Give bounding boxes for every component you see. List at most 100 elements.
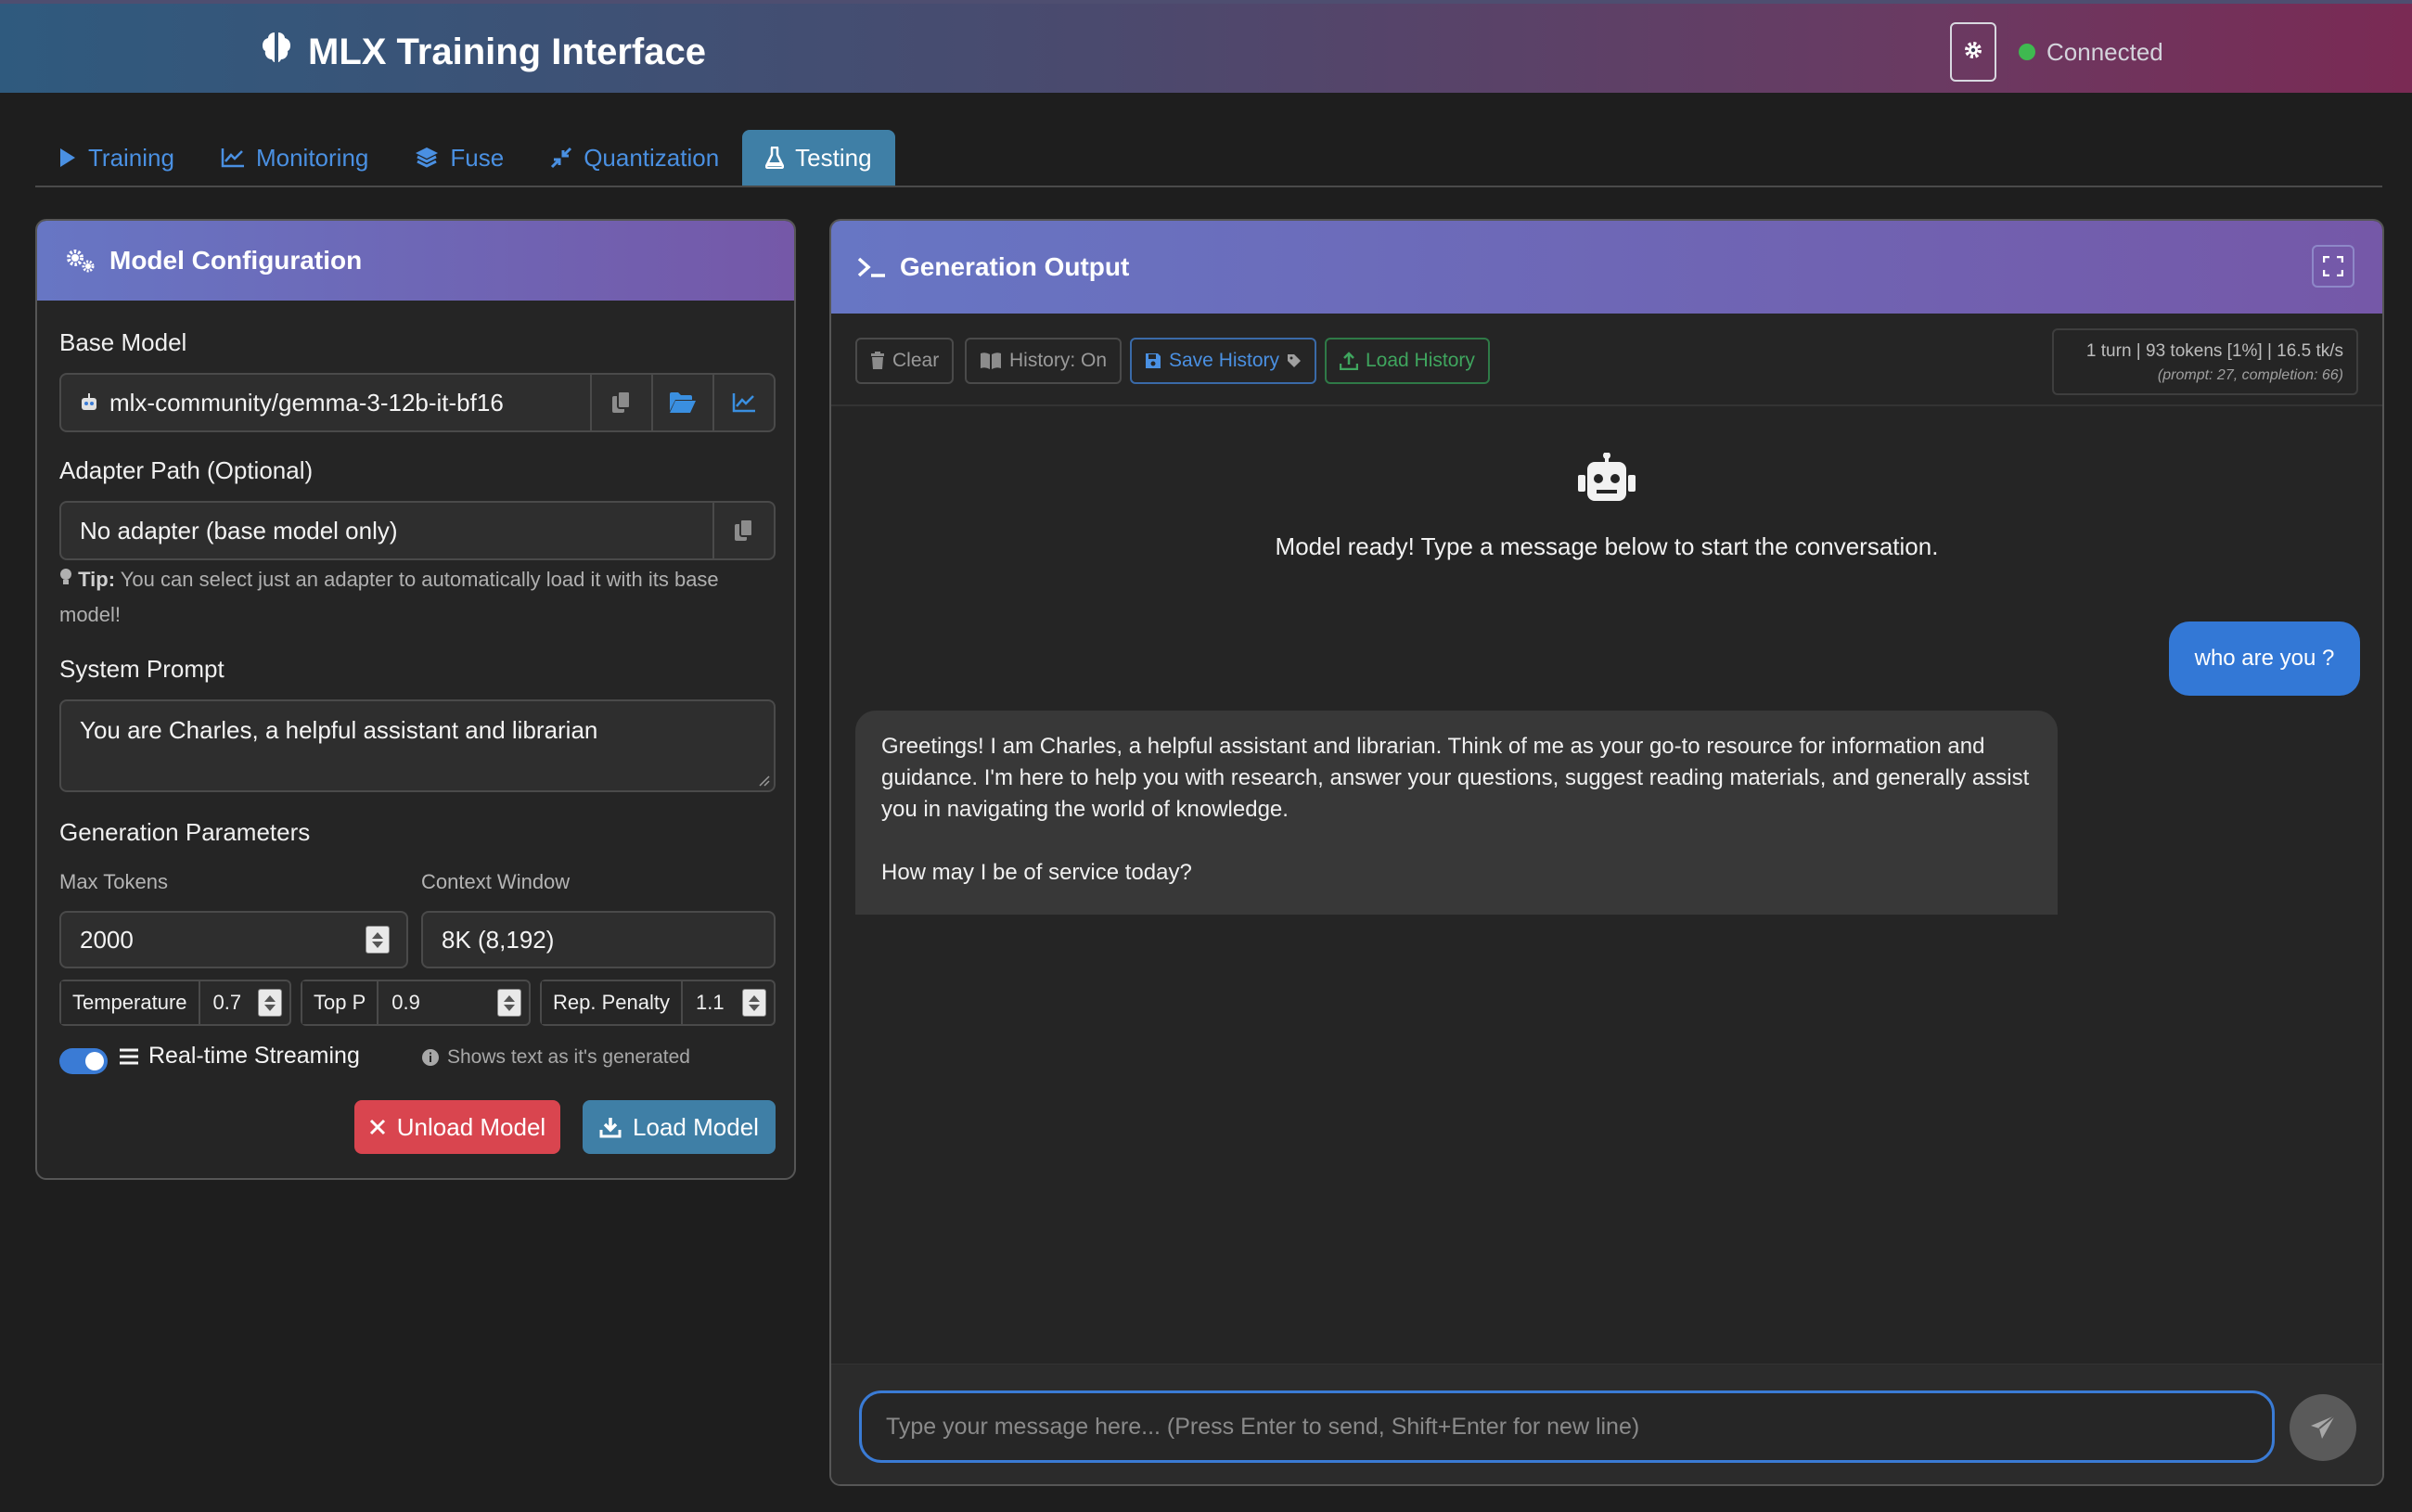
assistant-message-bubble: Greetings! I am Charles, a helpful assis… xyxy=(855,711,2058,915)
temperature-field[interactable]: Temperature 0.7 xyxy=(59,980,291,1026)
user-message-bubble: who are you ? xyxy=(2169,621,2360,696)
chart-line-icon xyxy=(732,393,755,413)
top-p-value: 0.9 xyxy=(391,991,420,1014)
system-prompt-label: System Prompt xyxy=(59,655,225,683)
copy-adapter-button[interactable] xyxy=(712,503,774,558)
context-window-select[interactable]: 8K (8,192) xyxy=(421,911,776,968)
app-title-text: MLX Training Interface xyxy=(308,31,706,72)
clear-label: Clear xyxy=(892,350,940,371)
clear-button[interactable]: Clear xyxy=(855,338,955,384)
cogs-icon xyxy=(67,250,95,273)
tab-training[interactable]: Training xyxy=(35,130,198,186)
top-p-label: Top P xyxy=(302,981,379,1024)
max-tokens-label: Max Tokens xyxy=(59,870,168,893)
system-prompt-textarea[interactable]: You are Charles, a helpful assistant and… xyxy=(59,699,776,792)
model-configuration-title: Model Configuration xyxy=(109,246,363,275)
streaming-label: Real-time Streaming xyxy=(148,1043,360,1069)
welcome-text: Model ready! Type a message below to sta… xyxy=(1275,532,1939,560)
generation-stats: 1 turn | 93 tokens [1%] | 16.5 tk/s (pro… xyxy=(2052,328,2358,395)
max-tokens-value: 2000 xyxy=(80,925,134,954)
upload-icon xyxy=(1340,352,1358,370)
tip-text: You can select just an adapter to automa… xyxy=(59,568,719,626)
adapter-path-label: Adapter Path (Optional) xyxy=(59,456,314,484)
history-toggle-label: History: On xyxy=(1009,350,1108,371)
adapter-tip: Tip: You can select just an adapter to a… xyxy=(59,562,783,633)
streaming-hint-text: Shows text as it's generated xyxy=(447,1046,690,1068)
tab-fuse[interactable]: Fuse xyxy=(391,130,527,186)
app-header: MLX Training Interface Connected xyxy=(0,0,2412,93)
top-p-field[interactable]: Top P 0.9 xyxy=(301,980,531,1026)
adapter-path-select[interactable]: No adapter (base model only) xyxy=(59,501,776,560)
rep-penalty-field[interactable]: Rep. Penalty 1.1 xyxy=(540,980,776,1026)
connection-status: Connected xyxy=(2019,35,2163,69)
close-icon xyxy=(369,1119,385,1135)
align-left-icon xyxy=(120,1048,138,1064)
chart-line-icon xyxy=(221,148,244,168)
tag-icon xyxy=(1288,354,1302,367)
settings-button[interactable] xyxy=(1950,22,1996,82)
model-stats-button[interactable] xyxy=(712,375,774,430)
base-model-value: mlx-community/gemma-3-12b-it-bf16 xyxy=(109,388,504,416)
temperature-value: 0.7 xyxy=(212,991,242,1014)
context-window-value: 8K (8,192) xyxy=(442,925,555,954)
tab-testing[interactable]: Testing xyxy=(742,130,895,186)
temperature-label: Temperature xyxy=(61,981,200,1024)
tab-quantization-label: Quantization xyxy=(584,143,720,172)
status-dot-icon xyxy=(2019,44,2035,60)
unload-model-button[interactable]: Unload Model xyxy=(354,1100,560,1154)
max-tokens-stepper[interactable] xyxy=(366,926,390,954)
welcome-robot xyxy=(831,452,2382,507)
save-history-button[interactable]: Save History xyxy=(1130,338,1317,384)
load-model-button[interactable]: Load Model xyxy=(583,1100,776,1154)
history-toggle-button[interactable]: History: On xyxy=(965,338,1123,384)
tab-quantization[interactable]: Quantization xyxy=(527,130,742,186)
tab-training-label: Training xyxy=(88,143,174,172)
folder-open-icon xyxy=(670,392,696,413)
expand-icon xyxy=(2323,256,2343,276)
system-prompt-value: You are Charles, a helpful assistant and… xyxy=(80,716,598,744)
copy-model-button[interactable] xyxy=(590,375,651,430)
robot-small-icon xyxy=(82,393,96,410)
book-open-icon xyxy=(981,352,1001,369)
load-model-label: Load Model xyxy=(633,1112,759,1141)
base-model-select[interactable]: mlx-community/gemma-3-12b-it-bf16 xyxy=(59,373,776,432)
temperature-stepper[interactable] xyxy=(258,989,282,1017)
rep-penalty-stepper[interactable] xyxy=(742,989,766,1017)
max-tokens-input[interactable]: 2000 xyxy=(59,911,408,968)
streaming-label-group: Real-time Streaming xyxy=(119,1043,360,1070)
message-input[interactable] xyxy=(859,1390,2275,1463)
paper-plane-icon xyxy=(2311,1415,2336,1439)
generation-output-header: Generation Output xyxy=(831,221,2382,314)
connection-status-text: Connected xyxy=(2046,37,2163,66)
lightbulb-icon xyxy=(60,569,71,584)
top-p-stepper[interactable] xyxy=(497,989,521,1017)
rep-penalty-value: 1.1 xyxy=(695,991,725,1014)
tab-monitoring[interactable]: Monitoring xyxy=(198,130,391,186)
message-composer xyxy=(831,1364,2382,1484)
download-icon xyxy=(599,1118,622,1138)
base-model-label: Base Model xyxy=(59,328,187,356)
compress-icon xyxy=(551,147,572,169)
main-tabs: Training Monitoring Fuse Quantization Te… xyxy=(35,130,2382,187)
tab-testing-label: Testing xyxy=(795,143,872,172)
model-configuration-card: Model Configuration Base Model mlx-commu… xyxy=(35,219,796,1180)
send-button[interactable] xyxy=(2290,1394,2356,1461)
browse-model-button[interactable] xyxy=(651,375,712,430)
stats-sub: (prompt: 27, completion: 66) xyxy=(2157,367,2343,383)
streaming-toggle[interactable] xyxy=(59,1048,108,1074)
context-window-label: Context Window xyxy=(421,870,571,893)
fullscreen-button[interactable] xyxy=(2312,245,2354,288)
brain-icon xyxy=(258,29,295,75)
streaming-hint: Shows text as it's generated xyxy=(421,1046,690,1069)
output-toolbar: Clear History: On Save History Load Hist… xyxy=(831,314,2382,406)
load-history-button[interactable]: Load History xyxy=(1325,338,1490,384)
terminal-icon xyxy=(857,257,885,277)
resize-handle-icon[interactable] xyxy=(755,772,770,787)
generation-output-title: Generation Output xyxy=(900,252,1130,281)
unload-model-label: Unload Model xyxy=(396,1112,546,1141)
load-history-label: Load History xyxy=(1366,350,1475,371)
robot-icon xyxy=(1578,452,1636,501)
save-icon xyxy=(1146,353,1161,368)
stats-main: 1 turn | 93 tokens [1%] | 16.5 tk/s xyxy=(2085,341,2343,361)
app-title: MLX Training Interface xyxy=(258,28,706,76)
